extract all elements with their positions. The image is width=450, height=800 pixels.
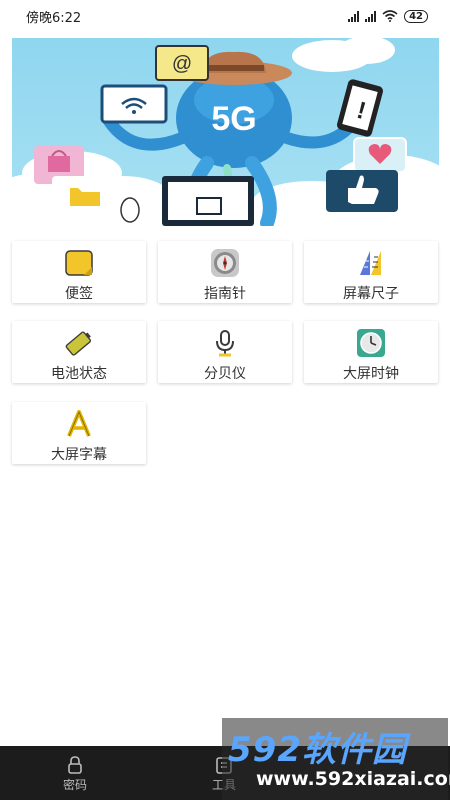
signal-icon-2 xyxy=(365,10,377,22)
letter-a-icon xyxy=(64,409,94,439)
tool-decibel-meter-label: 分贝仪 xyxy=(204,366,246,382)
battery-indicator: 42 xyxy=(404,9,428,23)
watermark-url: www.592xiazai.com xyxy=(256,768,450,790)
tool-notepad[interactable]: 便签 xyxy=(12,241,146,303)
tool-battery[interactable]: 电池状态 xyxy=(12,321,146,383)
clock-icon xyxy=(356,328,386,358)
tool-compass-label: 指南针 xyxy=(204,286,246,302)
status-bar: 傍晚6:22 42 xyxy=(0,0,450,32)
tool-compass[interactable]: 指南针 xyxy=(158,241,292,303)
status-icons: 42 xyxy=(348,9,428,23)
signal-icon xyxy=(348,10,360,22)
microphone-icon xyxy=(210,328,240,358)
tab-password-label: 密码 xyxy=(62,777,87,792)
lock-icon xyxy=(66,754,84,776)
watermark-brand: 592软件园 xyxy=(228,730,407,770)
battery-icon xyxy=(64,328,94,358)
svg-text:@: @ xyxy=(172,53,192,75)
tool-big-subtitle[interactable]: 大屏字幕 xyxy=(12,402,146,464)
tool-ruler-label: 屏幕尺子 xyxy=(343,286,399,302)
tool-big-clock[interactable]: 大屏时钟 xyxy=(304,321,438,383)
tool-decibel-meter[interactable]: 分贝仪 xyxy=(158,321,292,383)
watermark: 592软件园 www.592xiazai.com xyxy=(222,718,450,800)
tool-big-clock-label: 大屏时钟 xyxy=(343,366,399,382)
status-time: 傍晚6:22 xyxy=(26,10,82,26)
banner-5g-text: 5G xyxy=(211,100,256,138)
wifi-icon xyxy=(382,10,398,22)
tab-password[interactable]: 密码 xyxy=(50,746,100,800)
tool-notepad-label: 便签 xyxy=(65,286,93,302)
tool-big-subtitle-label: 大屏字幕 xyxy=(51,447,107,463)
promo-banner[interactable]: 5G @ ! xyxy=(12,38,439,226)
tool-ruler[interactable]: 屏幕尺子 xyxy=(304,241,438,303)
octopus-5g-illustration: 5G @ ! xyxy=(12,38,439,226)
compass-icon xyxy=(210,248,240,278)
ruler-icon xyxy=(356,248,386,278)
tool-battery-label: 电池状态 xyxy=(51,366,107,382)
notepad-icon xyxy=(64,248,94,278)
